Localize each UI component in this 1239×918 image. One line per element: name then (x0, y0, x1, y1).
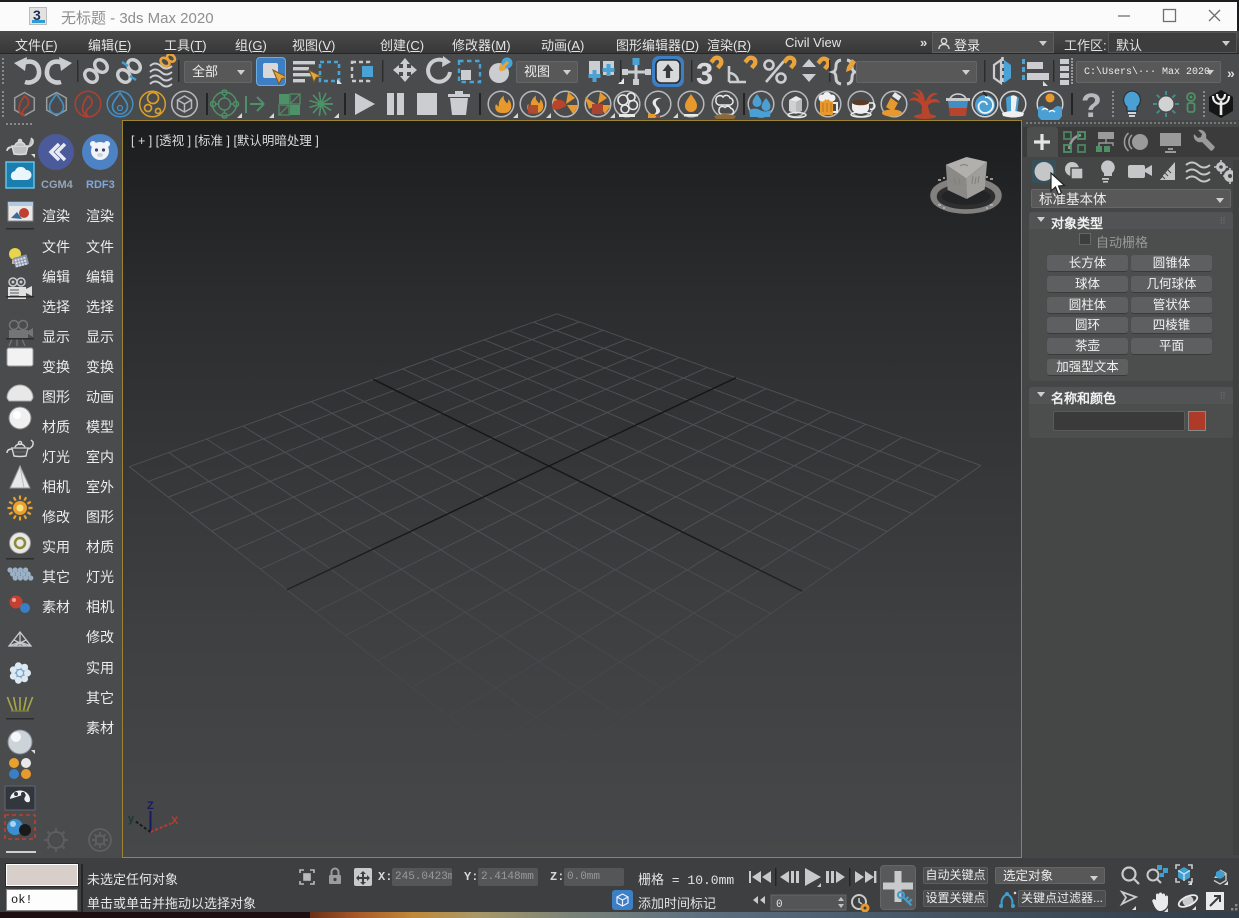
svg-text:0: 0 (776, 899, 783, 911)
svg-text:y: y (128, 813, 135, 825)
svg-text:X: X (171, 815, 179, 827)
svg-text:?: ? (1081, 88, 1102, 120)
svg-text:Z: Z (147, 800, 154, 812)
svg-text:»: » (1227, 65, 1235, 81)
